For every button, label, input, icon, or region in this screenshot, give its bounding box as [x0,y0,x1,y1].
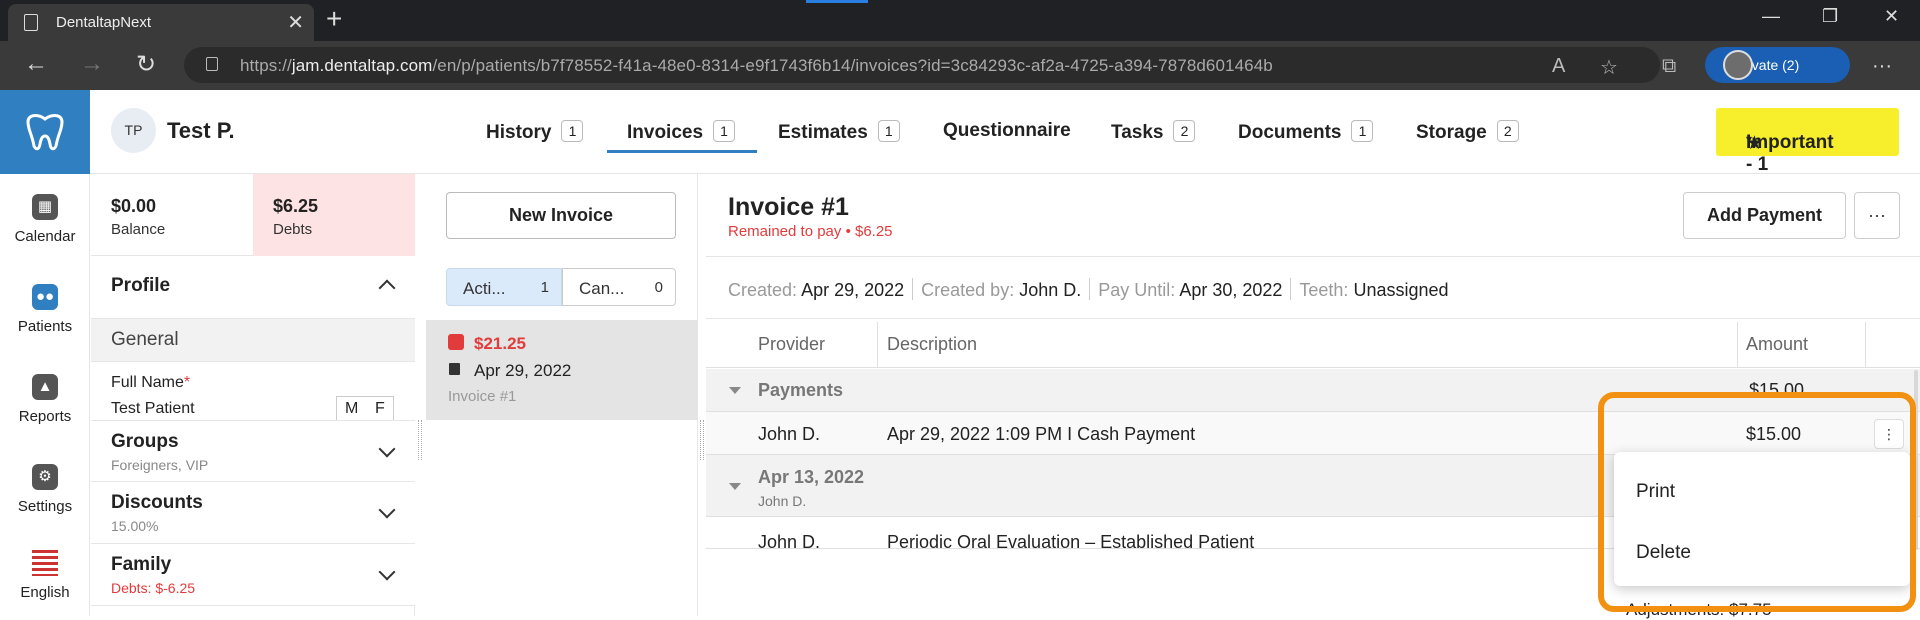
collapse-triangle-icon [729,387,741,394]
nav-language[interactable]: English [0,550,90,601]
back-icon[interactable]: ← [24,50,48,78]
url-text: https://jam.dentaltap.com/en/p/patients/… [240,56,1273,75]
browser-tab[interactable]: DentaltapNext ✕ [8,4,314,41]
new-tab-icon[interactable]: + [326,3,342,35]
invoice-list-item[interactable]: $21.25 Apr 29, 2022 Invoice #1 [426,320,698,420]
tab-history[interactable]: History 1 [486,120,584,144]
column-divider [1737,322,1738,368]
column-amount: Amount [1746,334,1809,354]
browser-menu-icon[interactable]: ··· [1872,55,1892,78]
full-name-field: Full Name* Test Patient M F [91,362,415,422]
calendar-icon [449,363,460,375]
column-description: Description [887,334,978,354]
nav-patients[interactable]: ●● Patients [0,284,90,335]
filter-cancelled-tab[interactable]: Can... 0 [562,268,676,306]
gender-toggle[interactable]: M F [336,396,394,422]
refresh-icon[interactable]: ↻ [136,50,156,79]
accent-strip [806,0,868,3]
tab-estimates[interactable]: Estimates 1 [778,120,900,144]
balance-value: $0.00 [111,196,157,216]
more-options-button[interactable]: ··· [1854,192,1900,239]
patients-icon: ●● [32,284,58,310]
chevron-down-icon [378,501,396,519]
page-icon [24,14,38,31]
gear-icon: ⚙ [32,464,58,490]
forward-icon[interactable]: → [80,50,104,78]
full-name-input[interactable]: Test Patient [111,400,195,418]
inprivate-button[interactable]: InPrivate (2) [1705,47,1850,83]
column-provider: Provider [758,334,826,354]
minimize-icon[interactable]: — [1762,6,1780,27]
tab-invoices[interactable]: Invoices 1 [627,120,736,144]
unpaid-warning-icon [448,334,464,350]
nav-calendar[interactable]: ▦ Calendar [0,194,90,245]
general-subsection: General [91,319,415,362]
resize-handle[interactable] [418,420,422,460]
tab-storage[interactable]: Storage 2 [1416,120,1519,144]
discounts-section[interactable]: Discounts 15.00% [91,482,415,544]
nav-settings[interactable]: ⚙ Settings [0,464,90,515]
read-aloud-icon[interactable]: A [1552,55,1565,78]
resize-handle[interactable] [700,420,704,460]
debts-label: Debts [273,221,313,238]
window-close-icon[interactable]: ✕ [1884,6,1899,27]
important-button[interactable]: ★ Important - 1 ▾ [1716,108,1899,175]
url-input[interactable]: https://jam.dentaltap.com/en/p/patients/… [184,47,1660,83]
tab-questionnaire[interactable]: Questionnaire [943,120,1071,142]
collections-icon[interactable]: ⧉ [1662,55,1676,78]
column-divider [1865,322,1866,368]
collapse-triangle-icon [729,483,741,490]
patient-name: Test P. [167,118,235,143]
profile-section-header[interactable]: Profile [91,256,415,319]
chevron-down-icon [378,440,396,458]
column-divider [877,322,878,368]
app-logo[interactable] [0,90,90,174]
active-tab-indicator [607,150,757,153]
tab-documents[interactable]: Documents 1 [1238,120,1374,144]
calendar-icon: ▦ [32,194,58,220]
remained-to-pay: Remained to pay • $6.25 [728,223,893,240]
browser-tab-title: DentaltapNext [56,14,152,31]
balance-box: $0.00 Balance [91,174,253,256]
add-payment-button[interactable]: Add Payment [1683,192,1846,239]
invoice-title: Invoice #1 [728,193,849,221]
tab-tasks[interactable]: Tasks 2 [1111,120,1196,144]
debts-value: $6.25 [273,196,319,216]
favorite-icon[interactable]: ☆ [1600,55,1618,80]
close-tab-icon[interactable]: ✕ [287,10,304,35]
chevron-up-icon [378,279,396,297]
profile-avatar [1723,50,1753,80]
caret-down-icon: ▾ [1746,132,1753,146]
avatar: TP [111,108,156,153]
us-flag-icon [32,550,58,576]
family-section[interactable]: Family Debts: $-6.25 [91,544,415,606]
groups-section[interactable]: Groups Foreigners, VIP [91,420,415,482]
balance-label: Balance [111,221,166,238]
filter-active-tab[interactable]: Acti... 1 [446,268,562,306]
tooth-logo-icon [26,114,64,151]
lock-icon [206,57,218,71]
chevron-down-icon [378,563,396,581]
nav-reports[interactable]: ▲ Reports [0,374,90,425]
debts-box: $6.25 Debts [253,174,415,256]
highlight-annotation [1598,392,1916,612]
reports-icon: ▲ [32,374,58,400]
invoice-meta: Created: Apr 29, 2022 Created by: John D.… [706,256,1920,319]
restore-icon[interactable]: ❐ [1822,6,1838,27]
new-invoice-button[interactable]: New Invoice [446,192,676,239]
